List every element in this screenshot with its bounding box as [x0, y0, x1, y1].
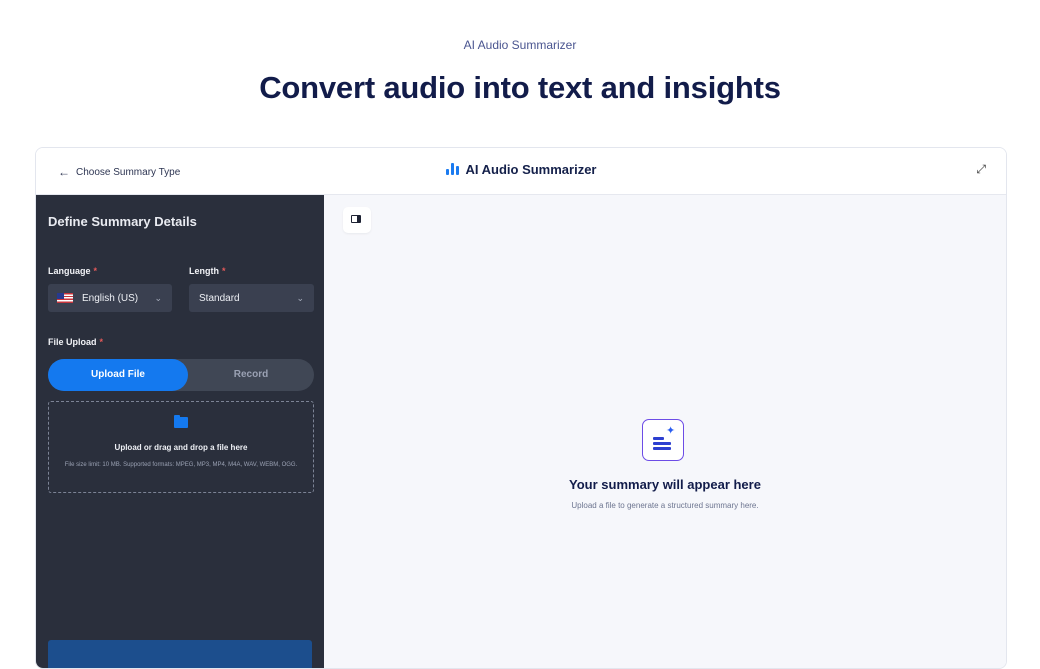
summary-output-panel: ✦ Your summary will appear here Upload a… [324, 195, 1006, 668]
folder-icon [174, 415, 188, 428]
upload-mode-tabs: Upload File Record [48, 359, 314, 391]
tab-record[interactable]: Record [188, 359, 314, 391]
chevron-down-icon: ⌄ [296, 292, 304, 303]
required-mark: * [99, 337, 104, 347]
language-select[interactable]: English (US) ⌄ [48, 284, 172, 312]
empty-state-title: Your summary will appear here [569, 477, 761, 492]
summary-details-sidebar: Define Summary Details Language * Length *… [36, 195, 324, 668]
generate-summary-button[interactable] [48, 640, 312, 668]
audio-bars-icon [445, 163, 459, 175]
file-upload-label: File Upload * [48, 337, 104, 347]
length-select[interactable]: Standard ⌄ [189, 284, 314, 312]
dropzone-title: Upload or drag and drop a file here [114, 443, 248, 452]
sidebar-toggle-icon [351, 215, 361, 223]
expand-icon[interactable]: ⤢ [976, 162, 986, 177]
summary-sparkle-icon: ✦ [642, 419, 684, 461]
language-value: English (US) [82, 292, 139, 304]
required-mark: * [93, 266, 98, 276]
sidebar-toggle-button[interactable] [343, 207, 371, 233]
empty-state-subtitle: Upload a file to generate a structured s… [571, 501, 759, 510]
length-value: Standard [199, 292, 240, 304]
file-dropzone[interactable]: Upload or drag and drop a file here File… [48, 401, 314, 493]
chevron-down-icon: ⌄ [154, 292, 162, 303]
length-label: Length * [189, 266, 226, 276]
app-window: ← Choose Summary Type AI Audio Summarize… [35, 147, 1007, 669]
required-mark: * [222, 266, 226, 276]
sidebar-title: Define Summary Details [48, 214, 197, 229]
page-headline: Convert audio into text and insights [259, 70, 781, 105]
app-title-label: AI Audio Summarizer [465, 162, 597, 177]
app-topbar: ← Choose Summary Type AI Audio Summarize… [36, 148, 1006, 195]
us-flag-icon [57, 293, 73, 303]
tab-upload-file[interactable]: Upload File [48, 359, 188, 391]
dropzone-subtitle: File size limit: 10 MB. Supported format… [64, 462, 298, 468]
language-label: Language * [48, 266, 98, 276]
page-eyebrow: AI Audio Summarizer [463, 38, 577, 52]
app-title: AI Audio Summarizer [36, 162, 1006, 177]
